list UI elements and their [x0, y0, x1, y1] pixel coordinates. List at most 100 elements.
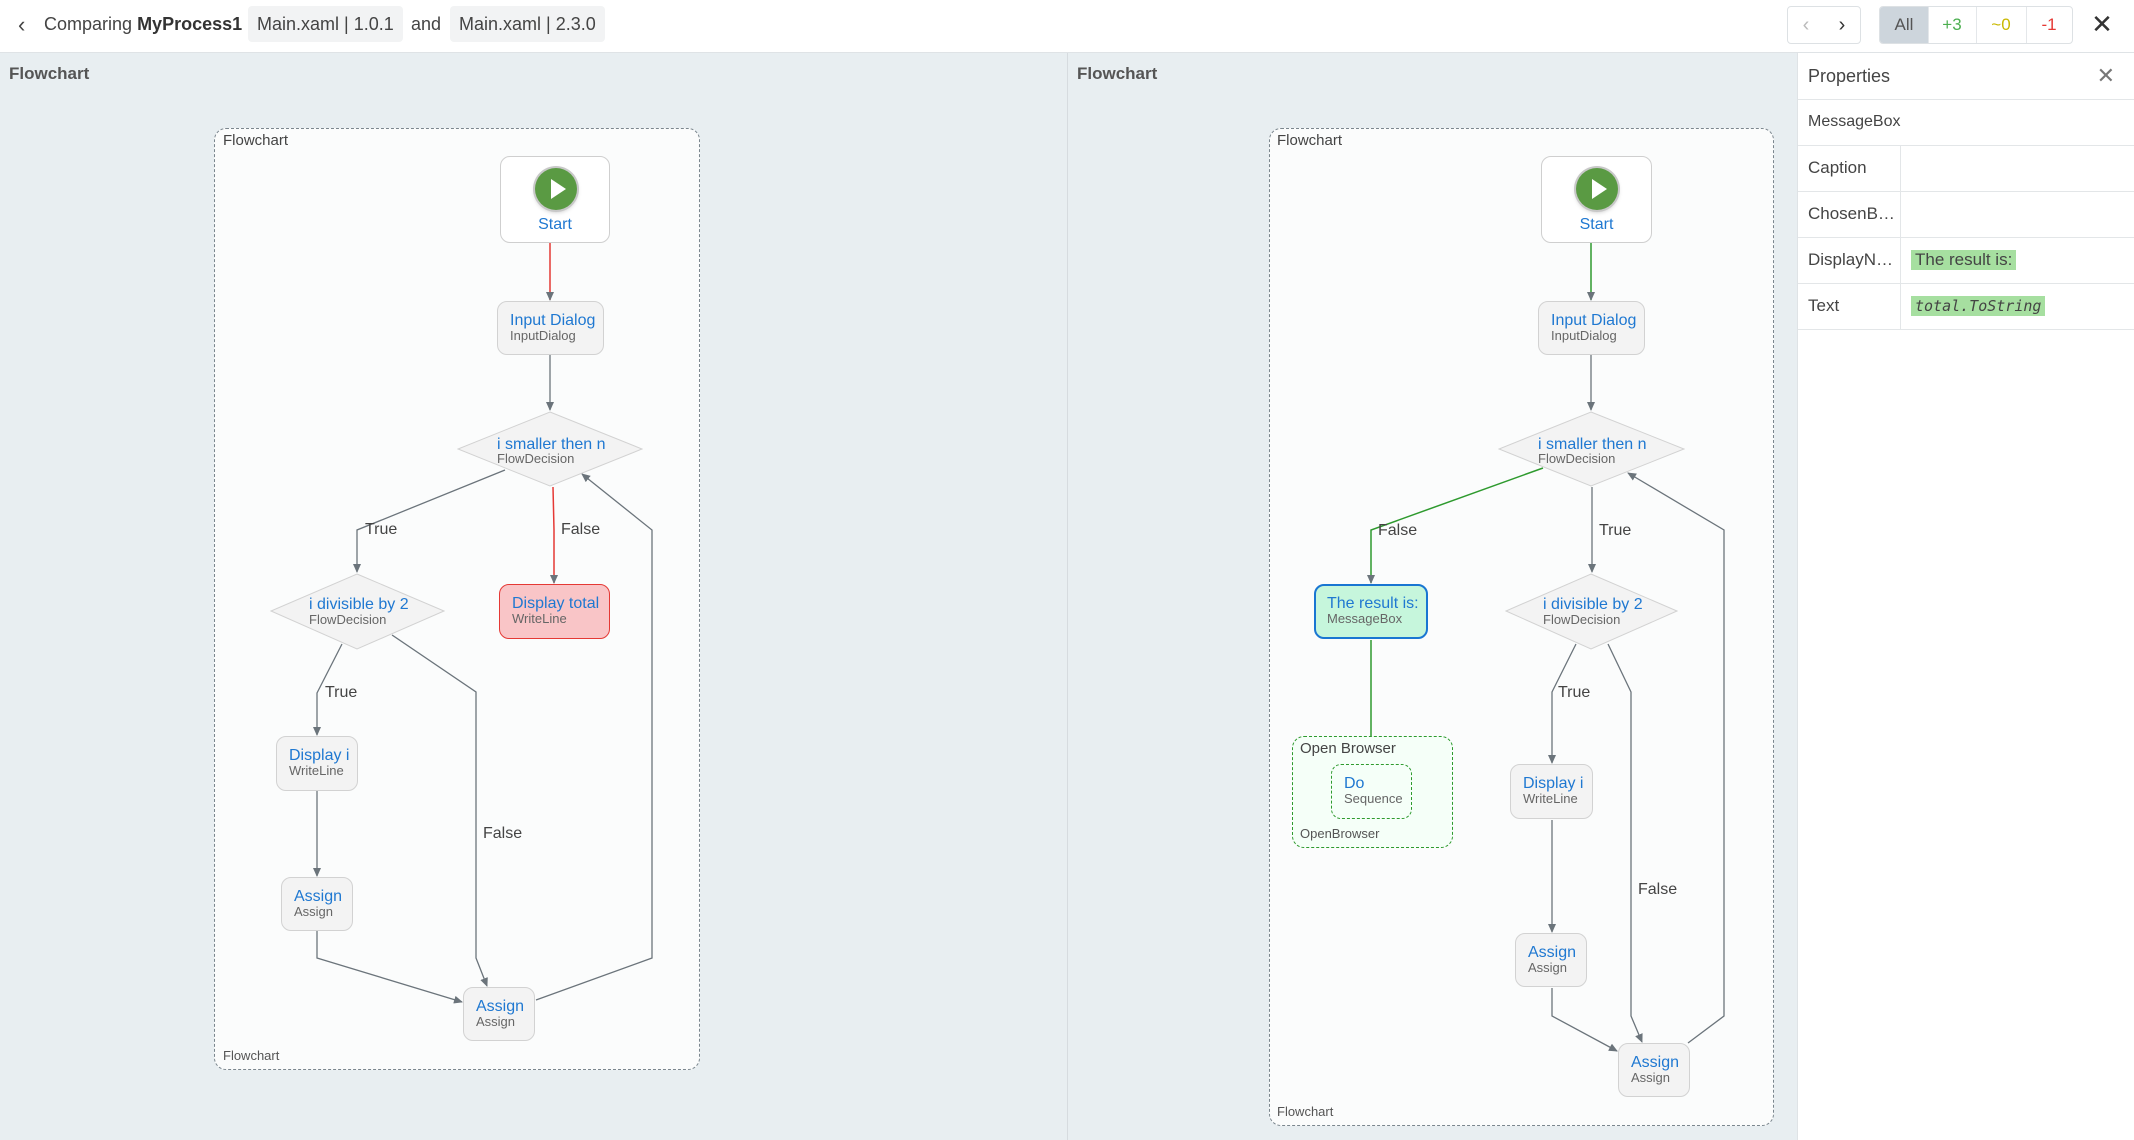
property-key: Caption [1808, 158, 1867, 177]
node-title: Input Dialog [1551, 312, 1637, 329]
properties-header: Properties ✕ [1798, 53, 2134, 100]
node-type: Sequence [1344, 791, 1403, 806]
left-flowchart-footer: Flowchart [223, 1048, 280, 1063]
property-key: DisplayN… [1808, 250, 1894, 269]
left-decision1-node[interactable]: i smaller then n FlowDecision [457, 411, 643, 487]
open-browser-type: OpenBrowser [1300, 826, 1380, 841]
property-row-display-name: DisplayN… The result is: [1798, 237, 2134, 284]
right-decision2-node[interactable]: i divisible by 2 FlowDecision [1505, 573, 1678, 650]
right-assign2-node[interactable]: Assign Assign [1618, 1043, 1690, 1097]
right-display-i-node[interactable]: Display i WriteLine [1510, 764, 1593, 819]
open-browser-title: Open Browser [1300, 740, 1396, 757]
file-a-badge: Main.xaml | 1.0.1 [248, 6, 403, 42]
node-type: FlowDecision [1543, 612, 1621, 627]
previous-change-icon[interactable]: ‹ [1788, 7, 1824, 43]
node-type: MessageBox [1327, 611, 1403, 626]
close-properties-icon[interactable]: ✕ [2097, 63, 2115, 89]
right-input-dialog-node[interactable]: Input Dialog InputDialog [1538, 301, 1645, 355]
property-value-caption[interactable] [1900, 145, 2134, 191]
node-title: Assign [476, 998, 525, 1015]
property-value-text[interactable]: total.ToString [1900, 283, 2134, 329]
node-type: InputDialog [510, 328, 576, 343]
property-value-chosen-button[interactable] [1900, 191, 2134, 237]
node-title: Display i [289, 747, 350, 764]
node-title: Assign [1631, 1054, 1680, 1071]
property-row-chosen-button: ChosenB… [1798, 191, 2134, 238]
node-type: FlowDecision [309, 612, 387, 627]
left-edge-label-true: True [365, 521, 398, 538]
close-icon[interactable]: ✕ [2088, 10, 2116, 38]
left-start-node[interactable]: Start [500, 156, 610, 243]
node-type: InputDialog [1551, 328, 1617, 343]
play-icon [1576, 168, 1618, 210]
node-title: Display total [512, 595, 600, 612]
left-edge-label-false-2: False [483, 825, 523, 842]
right-flowchart-footer: Flowchart [1277, 1104, 1334, 1119]
file-b-badge: Main.xaml | 2.3.0 [450, 6, 605, 42]
right-pane-title: Flowchart [1077, 64, 1158, 83]
node-title: Display i [1523, 775, 1584, 792]
node-type: Assign [1528, 960, 1568, 975]
and-label: and [411, 14, 442, 34]
filter-added[interactable]: +3 [1928, 7, 1977, 43]
property-row-caption: Caption [1798, 145, 2134, 192]
properties-title: Properties [1808, 66, 1891, 86]
properties-activity-type: MessageBox [1798, 99, 2134, 146]
right-edge-label-false-2: False [1638, 881, 1678, 898]
activity-type-label: MessageBox [1808, 113, 1901, 130]
back-chevron-icon[interactable]: ‹ [18, 14, 34, 36]
node-title: i divisible by 2 [1543, 596, 1643, 613]
process-name: MyProcess1 [137, 14, 243, 34]
right-edge-label-true-2: True [1558, 684, 1591, 701]
right-assign1-node[interactable]: Assign Assign [1515, 933, 1587, 987]
left-display-total-node-removed[interactable]: Display total WriteLine [499, 584, 610, 639]
next-change-icon[interactable]: › [1824, 7, 1860, 43]
added-value-highlight: The result is: [1911, 250, 2017, 270]
right-edge-label-true: True [1599, 522, 1632, 539]
property-key: Text [1808, 296, 1840, 315]
right-start-node[interactable]: Start [1541, 156, 1652, 243]
left-assign2-node[interactable]: Assign Assign [463, 987, 535, 1041]
left-decision2-node[interactable]: i divisible by 2 FlowDecision [270, 573, 445, 650]
node-title: Assign [1528, 944, 1577, 961]
node-type: FlowDecision [1538, 451, 1616, 466]
right-flowchart-label: Flowchart [1277, 132, 1343, 149]
node-title: Input Dialog [510, 312, 596, 329]
node-title: Do [1344, 775, 1365, 792]
left-input-dialog-node[interactable]: Input Dialog InputDialog [497, 301, 604, 355]
change-navigator: ‹ › [1787, 6, 1861, 44]
comparing-label: Comparing [44, 14, 133, 34]
filter-removed[interactable]: -1 [2026, 7, 2072, 43]
right-messagebox-node-added-selected[interactable]: The result is: MessageBox [1314, 584, 1428, 639]
comparing-title: Comparing MyProcess1 [44, 12, 242, 36]
node-type: Assign [294, 904, 334, 919]
left-pane-title: Flowchart [9, 64, 90, 83]
left-display-i-node[interactable]: Display i WriteLine [276, 736, 358, 791]
right-edge-label-false: False [1378, 522, 1418, 539]
node-type: Assign [476, 1014, 516, 1029]
node-type: WriteLine [289, 763, 344, 778]
top-bar: ‹ Comparing MyProcess1 Main.xaml | 1.0.1… [0, 0, 2134, 53]
node-title: The result is: [1327, 595, 1419, 612]
right-decision1-node[interactable]: i smaller then n FlowDecision [1498, 411, 1685, 487]
left-edge-label-true-2: True [325, 684, 358, 701]
filter-all[interactable]: All [1880, 7, 1929, 43]
change-filter-group: All +3 ~0 -1 [1879, 6, 2073, 44]
right-do-sequence-node-added[interactable]: Do Sequence [1331, 764, 1412, 819]
node-title: Assign [294, 888, 343, 905]
node-type: WriteLine [1523, 791, 1578, 806]
node-type: Assign [1631, 1070, 1671, 1085]
node-type: FlowDecision [497, 451, 575, 466]
left-assign1-node[interactable]: Assign Assign [281, 877, 353, 931]
filter-modified[interactable]: ~0 [1976, 7, 2027, 43]
node-title: i divisible by 2 [309, 596, 409, 613]
property-key: ChosenB… [1808, 204, 1895, 223]
start-label: Start [1579, 216, 1614, 233]
play-icon [535, 168, 577, 210]
property-row-text: Text total.ToString [1798, 283, 2134, 330]
left-edge-label-false: False [561, 521, 601, 538]
properties-panel: Properties ✕ MessageBox Caption ChosenB…… [1797, 53, 2134, 1140]
property-value-display-name[interactable]: The result is: [1900, 237, 2134, 283]
node-type: WriteLine [512, 611, 567, 626]
start-label: Start [538, 216, 572, 233]
